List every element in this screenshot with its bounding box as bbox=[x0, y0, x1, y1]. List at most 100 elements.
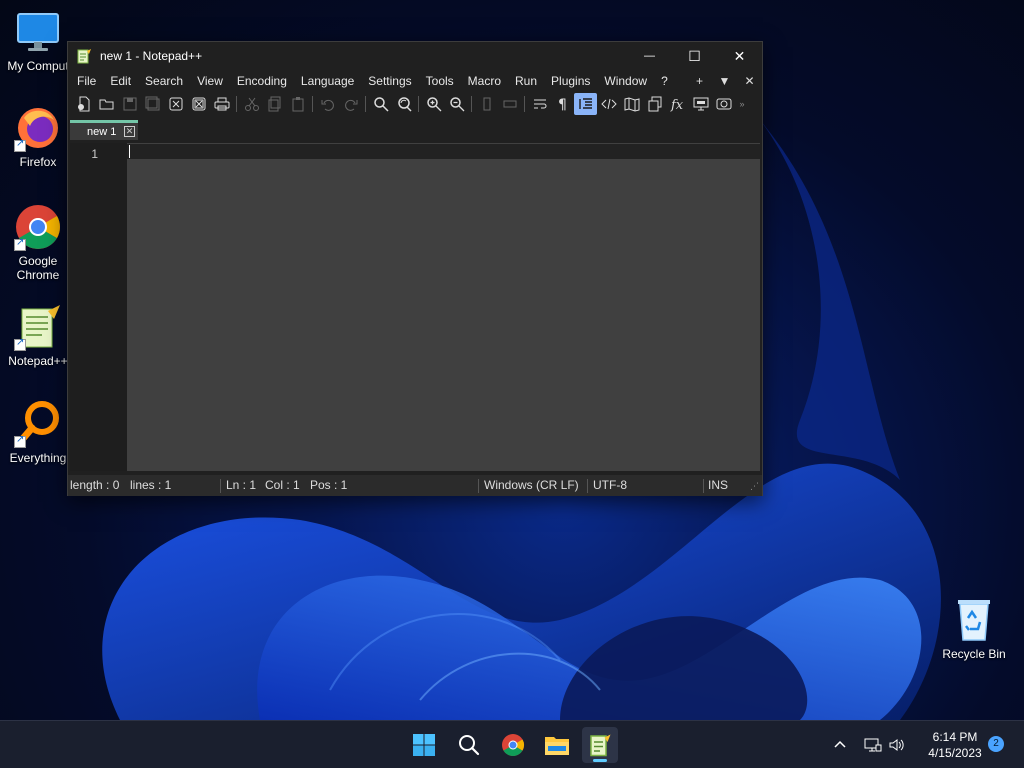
notepadpp-window[interactable]: new 1 - Notepad++ — ☐ ✕ File Edit Search… bbox=[67, 41, 763, 496]
status-encoding[interactable]: UTF-8 bbox=[588, 475, 703, 496]
text-editor[interactable]: 1 bbox=[70, 143, 760, 471]
desktop-icon-recycle-bin[interactable]: Recycle Bin bbox=[936, 596, 1012, 661]
status-insert-mode[interactable]: INS bbox=[704, 475, 734, 496]
menu-settings[interactable]: Settings bbox=[361, 70, 418, 92]
indent-guide-button[interactable] bbox=[574, 93, 597, 115]
search-icon bbox=[459, 735, 480, 756]
menu-bar: File Edit Search View Encoding Language … bbox=[68, 70, 762, 92]
menu-file[interactable]: File bbox=[70, 70, 103, 92]
desktop-icon-firefox[interactable]: Firefox bbox=[0, 104, 76, 169]
save-button[interactable] bbox=[118, 93, 141, 115]
desktop-icon-google-chrome[interactable]: Google Chrome bbox=[0, 203, 76, 282]
menu-tools[interactable]: Tools bbox=[419, 70, 461, 92]
code-tags-icon bbox=[600, 98, 617, 110]
new-tab-button[interactable]: + bbox=[687, 74, 712, 88]
menu-language[interactable]: Language bbox=[294, 70, 361, 92]
toolbar-separator bbox=[524, 96, 525, 112]
tab-list-dropdown-button[interactable]: ▼ bbox=[712, 74, 737, 88]
toolbar-separator bbox=[312, 96, 313, 112]
zoom-out-icon bbox=[449, 97, 464, 112]
redo-icon bbox=[344, 99, 357, 111]
document-map-button[interactable] bbox=[620, 93, 643, 115]
taskbar-file-explorer-button[interactable] bbox=[539, 727, 575, 763]
chevron-up-icon bbox=[834, 740, 846, 748]
volume-button[interactable] bbox=[888, 721, 906, 768]
redo-button[interactable] bbox=[339, 93, 362, 115]
find-button[interactable] bbox=[369, 93, 392, 115]
speaker-icon bbox=[889, 739, 904, 751]
paste-button[interactable] bbox=[286, 93, 309, 115]
word-wrap-button[interactable] bbox=[528, 93, 551, 115]
xml-tags-button[interactable] bbox=[597, 93, 620, 115]
resize-grip-icon[interactable]: ⋰ bbox=[750, 481, 760, 491]
desktop-icon-everything[interactable]: Everything bbox=[0, 400, 76, 465]
monitoring-button[interactable] bbox=[712, 93, 735, 115]
taskbar-notepadpp-button[interactable] bbox=[582, 727, 618, 763]
menu-edit[interactable]: Edit bbox=[103, 70, 138, 92]
taskbar-search-button[interactable] bbox=[451, 727, 487, 763]
find-replace-icon bbox=[397, 97, 412, 112]
desktop-icon-notepadpp[interactable]: Notepad++ bbox=[0, 303, 76, 368]
copy-button[interactable] bbox=[263, 93, 286, 115]
undo-button[interactable] bbox=[316, 93, 339, 115]
cut-button[interactable] bbox=[240, 93, 263, 115]
window-title: new 1 - Notepad++ bbox=[100, 49, 203, 63]
menu-macro[interactable]: Macro bbox=[461, 70, 508, 92]
shortcut-arrow-icon bbox=[14, 237, 26, 251]
replace-button[interactable] bbox=[392, 93, 415, 115]
network-status-button[interactable] bbox=[864, 721, 882, 768]
system-clock[interactable]: 6:14 PM 4/15/2023 bbox=[912, 729, 998, 761]
toolbar-separator bbox=[471, 96, 472, 112]
desktop-icon-my-computer[interactable]: My Comput bbox=[0, 8, 76, 73]
toolbar-separator bbox=[236, 96, 237, 112]
close-button[interactable]: ✕ bbox=[717, 42, 762, 70]
minimize-button[interactable]: — bbox=[627, 42, 672, 70]
save-all-button[interactable] bbox=[141, 93, 164, 115]
document-list-button[interactable] bbox=[643, 93, 666, 115]
current-line-highlight bbox=[127, 144, 760, 159]
svg-text:fx: fx bbox=[670, 98, 684, 112]
show-all-characters-button[interactable]: ¶ bbox=[551, 93, 574, 115]
menu-plugins[interactable]: Plugins bbox=[544, 70, 597, 92]
zoom-in-button[interactable] bbox=[422, 93, 445, 115]
close-document-button[interactable]: ✕ bbox=[737, 74, 762, 88]
shortcut-arrow-icon bbox=[14, 138, 26, 152]
title-bar[interactable]: new 1 - Notepad++ — ☐ ✕ bbox=[68, 42, 762, 70]
open-file-button[interactable] bbox=[95, 93, 118, 115]
svg-text:¶: ¶ bbox=[558, 97, 567, 112]
close-file-button[interactable] bbox=[164, 93, 187, 115]
status-eol-format[interactable]: Windows (CR LF) bbox=[479, 475, 587, 496]
menu-run[interactable]: Run bbox=[508, 70, 544, 92]
notification-badge[interactable]: 2 bbox=[988, 736, 1004, 752]
shortcut-arrow-icon bbox=[14, 337, 26, 351]
line-number: 1 bbox=[91, 147, 98, 161]
menu-view[interactable]: View bbox=[190, 70, 230, 92]
zoom-out-button[interactable] bbox=[445, 93, 468, 115]
desktop-icon-label: Everything bbox=[9, 451, 67, 465]
taskbar-chrome-button[interactable] bbox=[495, 727, 531, 763]
minimize-icon: — bbox=[644, 50, 655, 62]
toolbar-overflow-button[interactable]: » bbox=[735, 93, 749, 115]
sync-vertical-button[interactable] bbox=[475, 93, 498, 115]
folder-open-icon bbox=[99, 99, 113, 110]
sync-horizontal-button[interactable] bbox=[498, 93, 521, 115]
function-list-button[interactable]: fx bbox=[666, 93, 689, 115]
menu-encoding[interactable]: Encoding bbox=[230, 70, 294, 92]
show-hidden-icons-button[interactable] bbox=[832, 721, 848, 768]
folder-as-workspace-button[interactable] bbox=[689, 93, 712, 115]
print-button[interactable] bbox=[210, 93, 233, 115]
chevron-double-right-icon: » bbox=[739, 99, 745, 109]
new-file-button[interactable] bbox=[72, 93, 95, 115]
save-icon bbox=[123, 97, 136, 111]
map-icon bbox=[624, 97, 639, 112]
tab-close-icon[interactable]: ✕ bbox=[124, 126, 135, 137]
maximize-button[interactable]: ☐ bbox=[672, 42, 717, 70]
tab-new-1[interactable]: new 1 ✕ bbox=[70, 120, 138, 140]
start-button[interactable] bbox=[406, 727, 442, 763]
close-all-button[interactable] bbox=[187, 93, 210, 115]
menu-help[interactable]: ? bbox=[654, 70, 675, 92]
menu-window[interactable]: Window bbox=[597, 70, 654, 92]
status-position: Pos : 1 bbox=[310, 478, 348, 492]
indent-guide-icon bbox=[578, 98, 592, 109]
menu-search[interactable]: Search bbox=[138, 70, 190, 92]
